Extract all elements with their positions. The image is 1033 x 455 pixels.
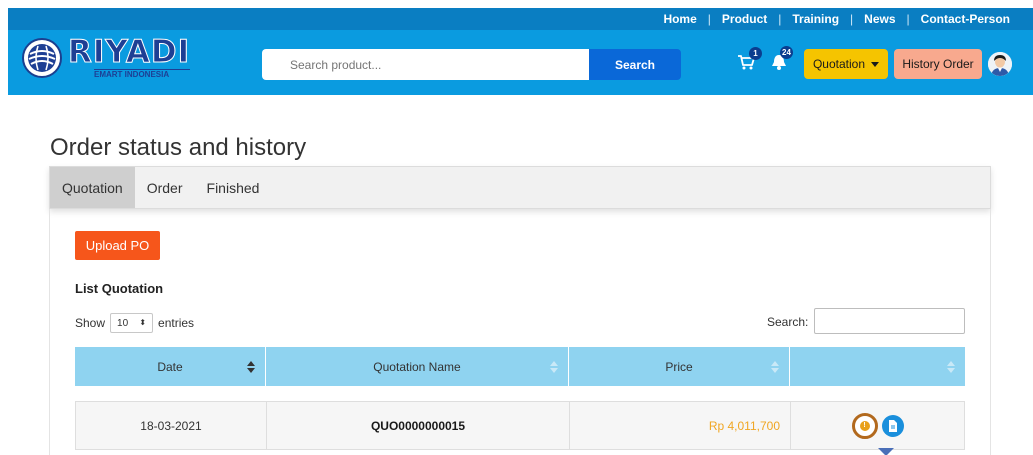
caret-down-icon bbox=[871, 61, 880, 67]
column-header-actions[interactable] bbox=[790, 347, 965, 386]
column-header-label: Date bbox=[157, 359, 183, 374]
pointer-arrow-icon bbox=[878, 448, 894, 455]
quotation-dropdown-label: Quotation bbox=[812, 57, 866, 71]
brand-subtitle: EMART INDONESIA bbox=[94, 69, 191, 79]
cell-quotation-name: QUO0000000015 bbox=[267, 402, 570, 449]
column-header-quotation-name[interactable]: Quotation Name bbox=[266, 347, 569, 386]
user-avatar-icon bbox=[988, 52, 1012, 76]
document-icon bbox=[888, 419, 897, 432]
cell-actions: ! bbox=[791, 402, 964, 449]
tab-order[interactable]: Order bbox=[135, 167, 195, 208]
column-header-date[interactable]: Date bbox=[75, 347, 266, 386]
document-button[interactable] bbox=[881, 414, 904, 437]
cart-count-badge: 1 bbox=[749, 47, 762, 60]
nav-product-link[interactable]: Product bbox=[711, 12, 778, 26]
top-nav: Home | Product | Training | News | Conta… bbox=[652, 8, 1021, 30]
info-button[interactable]: ! bbox=[851, 412, 878, 439]
search-button[interactable]: Search bbox=[589, 49, 681, 80]
top-navigation-bar: Home | Product | Training | News | Conta… bbox=[8, 8, 1033, 30]
info-icon: ! bbox=[859, 420, 870, 431]
entries-label: entries bbox=[158, 316, 195, 330]
sort-icon bbox=[947, 361, 955, 373]
show-label: Show bbox=[75, 316, 106, 330]
notification-count-badge: 24 bbox=[780, 46, 793, 59]
sort-icon bbox=[550, 361, 558, 373]
quotation-dropdown-button[interactable]: Quotation bbox=[804, 49, 888, 79]
cell-price: Rp 4,011,700 bbox=[570, 402, 791, 449]
brand-logo[interactable]: RIYADI EMART INDONESIA bbox=[22, 34, 191, 79]
entries-length-control: Show 10 ⬍ entries bbox=[75, 313, 194, 333]
product-search-input[interactable] bbox=[262, 49, 589, 80]
column-header-label: Quotation Name bbox=[373, 359, 461, 374]
up-down-arrows-icon: ⬍ bbox=[139, 318, 147, 327]
entries-select[interactable]: 10 ⬍ bbox=[110, 313, 154, 333]
notification-button[interactable]: 24 bbox=[770, 46, 793, 73]
order-status-tabs: Quotation Order Finished bbox=[49, 166, 991, 209]
nav-contact-person-link[interactable]: Contact-Person bbox=[910, 12, 1021, 26]
nav-training-link[interactable]: Training bbox=[781, 12, 850, 26]
table-search-label: Search: bbox=[767, 315, 809, 329]
cell-date: 18-03-2021 bbox=[76, 402, 267, 449]
entries-select-value: 10 bbox=[117, 317, 129, 329]
column-header-price[interactable]: Price bbox=[569, 347, 790, 386]
globe-logo-icon bbox=[22, 38, 62, 78]
cart-button[interactable]: 1 bbox=[737, 47, 762, 73]
user-avatar[interactable] bbox=[988, 52, 1012, 76]
list-title: List Quotation bbox=[75, 281, 164, 296]
sort-icon bbox=[247, 361, 255, 373]
tab-quotation[interactable]: Quotation bbox=[50, 167, 135, 208]
nav-home-link[interactable]: Home bbox=[652, 12, 707, 26]
table-row: 18-03-2021 QUO0000000015 Rp 4,011,700 ! bbox=[75, 401, 965, 450]
table-search-input[interactable] bbox=[814, 308, 965, 334]
history-order-button[interactable]: History Order bbox=[894, 49, 982, 79]
nav-news-link[interactable]: News bbox=[853, 12, 906, 26]
brand-text: RIYADI EMART INDONESIA bbox=[67, 34, 191, 79]
brand-name: RIYADI bbox=[67, 34, 191, 70]
tab-finished[interactable]: Finished bbox=[195, 167, 272, 208]
page-title: Order status and history bbox=[50, 134, 307, 161]
upload-po-button[interactable]: Upload PO bbox=[75, 231, 160, 260]
table-header: Date Quotation Name Price bbox=[75, 347, 965, 386]
column-header-label: Price bbox=[665, 359, 693, 374]
sort-icon bbox=[771, 361, 779, 373]
